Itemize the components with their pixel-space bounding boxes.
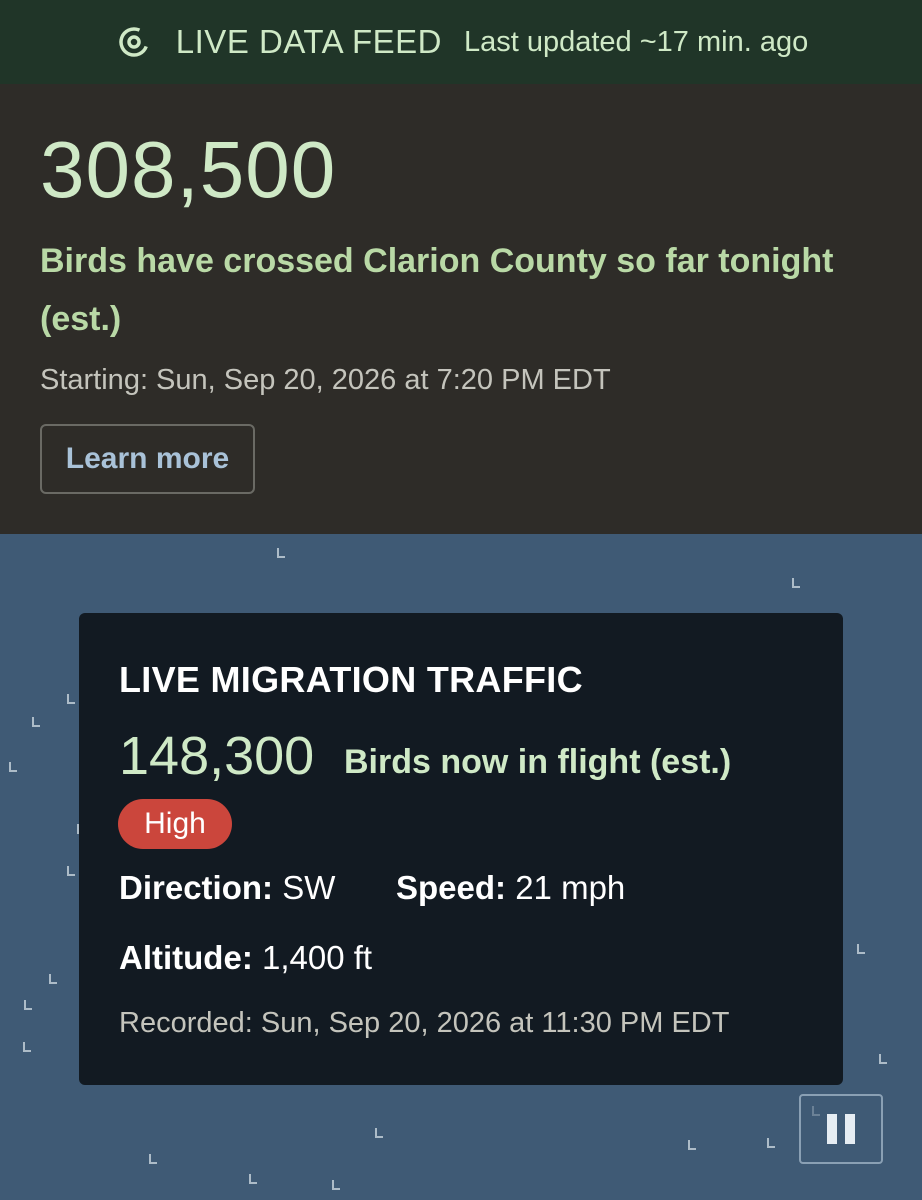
radio-signal-icon <box>114 22 154 62</box>
bird-arrow-icon <box>67 866 75 876</box>
bird-arrow-icon <box>332 1180 340 1190</box>
bird-arrow-icon <box>792 578 800 588</box>
altitude-stat: Altitude: 1,400 ft <box>119 939 372 977</box>
traffic-level-badge: High <box>118 799 232 849</box>
pause-icon-bar <box>845 1114 855 1144</box>
bird-arrow-icon <box>857 944 865 954</box>
altitude-value: 1,400 ft <box>261 939 373 976</box>
live-migration-traffic-card: LIVE MIGRATION TRAFFIC 148,300 Birds now… <box>79 613 843 1085</box>
bird-arrow-icon <box>767 1138 775 1148</box>
recorded-time: Recorded: Sun, Sep 20, 2026 at 11:30 PM … <box>119 1007 730 1039</box>
bird-arrow-icon <box>49 974 57 984</box>
altitude-label: Altitude: <box>119 939 253 976</box>
live-feed-label: LIVE DATA FEED <box>175 23 442 60</box>
pause-icon <box>827 1114 837 1144</box>
direction-label: Direction: <box>119 869 274 906</box>
starting-time: Starting: Sun, Sep 20, 2026 at 7:20 PM E… <box>40 364 611 396</box>
speed-label: Speed: <box>396 869 507 906</box>
live-feed-bar: LIVE DATA FEED Last updated ~17 min. ago <box>0 0 922 84</box>
speed-value: 21 mph <box>515 869 626 906</box>
speed-stat: Speed: 21 mph <box>396 869 625 907</box>
total-birds-description: Birds have crossed Clarion County so far… <box>40 242 834 338</box>
bird-arrow-icon <box>32 717 40 727</box>
bird-arrow-icon <box>688 1140 696 1150</box>
bird-arrow-icon <box>375 1128 383 1138</box>
bird-arrow-icon <box>24 1000 32 1010</box>
tonight-summary-panel: 308,500 Birds have crossed Clarion Count… <box>0 84 922 534</box>
bird-arrow-icon <box>67 694 75 704</box>
last-updated-text: Last updated ~17 min. ago <box>463 25 809 58</box>
birds-in-flight-count: 148,300 <box>119 726 315 786</box>
learn-more-button[interactable]: Learn more <box>40 424 255 494</box>
bird-arrow-icon <box>277 548 285 558</box>
traffic-title: LIVE MIGRATION TRAFFIC <box>119 659 583 700</box>
direction-value: SW <box>282 869 336 906</box>
bird-arrow-icon <box>249 1174 257 1184</box>
bird-arrow-icon <box>9 762 17 772</box>
birds-in-flight-label: Birds now in flight (est.) <box>344 743 732 781</box>
direction-stat: Direction: SW <box>119 869 335 907</box>
bird-arrow-icon <box>879 1054 887 1064</box>
bird-arrow-icon <box>23 1042 31 1052</box>
bird-arrow-icon <box>149 1154 157 1164</box>
pause-animation-button[interactable] <box>799 1094 883 1164</box>
total-birds-count: 308,500 <box>40 125 337 214</box>
